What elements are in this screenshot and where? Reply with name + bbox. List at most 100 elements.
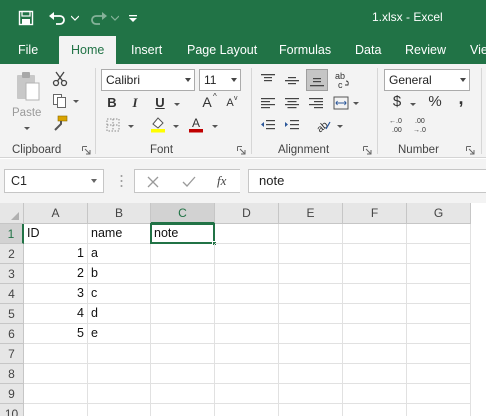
orientation-dropdown-icon[interactable] — [337, 125, 343, 128]
cell-d2[interactable] — [215, 244, 279, 264]
cell-b3[interactable]: b — [88, 264, 151, 284]
clipboard-launcher-icon[interactable] — [82, 146, 91, 155]
borders-icon[interactable] — [104, 116, 122, 134]
cell-b8[interactable] — [88, 364, 151, 384]
currency-button[interactable]: $ — [390, 93, 404, 110]
align-left-icon[interactable] — [258, 94, 278, 112]
redo-icon[interactable] — [88, 8, 110, 28]
bold-button[interactable]: B — [104, 95, 120, 110]
cell-e8[interactable] — [279, 364, 343, 384]
cell-g4[interactable] — [407, 284, 471, 304]
cell-c6[interactable] — [151, 324, 215, 344]
cell-g8[interactable] — [407, 364, 471, 384]
undo-icon[interactable] — [46, 8, 68, 28]
cell-b2[interactable]: a — [88, 244, 151, 264]
fill-color-icon[interactable] — [148, 114, 168, 134]
cell-b4[interactable]: c — [88, 284, 151, 304]
tab-data[interactable]: Data — [355, 36, 381, 64]
align-right-icon[interactable] — [306, 94, 326, 112]
cell-f4[interactable] — [343, 284, 407, 304]
cell-b6[interactable]: e — [88, 324, 151, 344]
merge-center-icon[interactable] — [331, 94, 351, 112]
column-header-c[interactable]: C — [151, 203, 215, 224]
undo-dropdown-icon[interactable] — [70, 8, 80, 28]
row-header-5[interactable]: 5 — [0, 304, 24, 324]
column-header-d[interactable]: D — [215, 203, 279, 224]
cell-g6[interactable] — [407, 324, 471, 344]
cell-c3[interactable] — [151, 264, 215, 284]
cell-g1[interactable] — [407, 224, 471, 244]
cell-d10[interactable] — [215, 404, 279, 416]
cell-e6[interactable] — [279, 324, 343, 344]
cell-a3[interactable]: 2 — [24, 264, 88, 284]
formula-input[interactable]: note — [248, 169, 486, 193]
tab-formulas[interactable]: Formulas — [279, 36, 331, 64]
row-header-10[interactable]: 10 — [0, 404, 24, 416]
cell-f2[interactable] — [343, 244, 407, 264]
row-header-7[interactable]: 7 — [0, 344, 24, 364]
redo-dropdown-icon[interactable] — [110, 8, 120, 28]
column-header-g[interactable]: G — [407, 203, 471, 224]
merge-dropdown-icon[interactable] — [353, 102, 359, 105]
cell-d6[interactable] — [215, 324, 279, 344]
name-box[interactable]: C1 — [4, 169, 104, 193]
cell-e3[interactable] — [279, 264, 343, 284]
tab-file[interactable]: File — [18, 36, 38, 64]
font-launcher-icon[interactable] — [237, 146, 246, 155]
fill-color-dropdown-icon[interactable] — [173, 125, 179, 128]
cell-c1[interactable]: note — [150, 223, 215, 244]
insert-function-button[interactable]: fx — [217, 173, 226, 189]
cell-b1[interactable]: name — [88, 224, 151, 244]
cell-f9[interactable] — [343, 384, 407, 404]
column-header-b[interactable]: B — [88, 203, 151, 224]
top-align-icon[interactable] — [258, 71, 278, 89]
cell-a6[interactable]: 5 — [24, 324, 88, 344]
increase-font-button[interactable]: A — [200, 94, 214, 110]
cell-e5[interactable] — [279, 304, 343, 324]
row-header-3[interactable]: 3 — [0, 264, 24, 284]
cell-e10[interactable] — [279, 404, 343, 416]
font-name-combo[interactable]: Calibri — [101, 69, 195, 91]
cell-f6[interactable] — [343, 324, 407, 344]
cut-icon[interactable] — [50, 70, 70, 88]
column-header-e[interactable]: E — [279, 203, 343, 224]
alignment-launcher-icon[interactable] — [363, 146, 372, 155]
cell-a7[interactable] — [24, 344, 88, 364]
cell-b10[interactable] — [88, 404, 151, 416]
currency-dropdown-icon[interactable] — [410, 103, 416, 106]
cell-a2[interactable]: 1 — [24, 244, 88, 264]
cell-b7[interactable] — [88, 344, 151, 364]
orientation-wrap-icon[interactable]: ab c — [332, 69, 352, 91]
font-color-icon[interactable]: A — [186, 114, 206, 134]
cell-g2[interactable] — [407, 244, 471, 264]
tab-page-layout[interactable]: Page Layout — [187, 36, 257, 64]
cell-b5[interactable]: d — [88, 304, 151, 324]
tab-view[interactable]: Vie — [470, 36, 486, 64]
cell-f7[interactable] — [343, 344, 407, 364]
cell-a1[interactable]: ID — [24, 224, 88, 244]
bottom-align-icon[interactable] — [306, 69, 328, 91]
copy-dropdown-icon[interactable] — [73, 100, 79, 103]
worksheet-grid[interactable]: A B C D E F G 1 ID name note 2 1 a 3 2 b 4 3 c 5 4 d 6 5 e 7 8 9 10 — [0, 203, 486, 416]
cell-a8[interactable] — [24, 364, 88, 384]
cell-c4[interactable] — [151, 284, 215, 304]
cell-d4[interactable] — [215, 284, 279, 304]
increase-indent-icon[interactable] — [282, 116, 302, 134]
cell-a10[interactable] — [24, 404, 88, 416]
font-size-combo[interactable]: 11 — [199, 69, 241, 91]
cell-a9[interactable] — [24, 384, 88, 404]
decrease-indent-icon[interactable] — [258, 116, 278, 134]
column-header-a[interactable]: A — [24, 203, 88, 224]
cell-g10[interactable] — [407, 404, 471, 416]
select-all-corner[interactable] — [0, 203, 24, 224]
cell-e2[interactable] — [279, 244, 343, 264]
cell-c9[interactable] — [151, 384, 215, 404]
number-launcher-icon[interactable] — [466, 146, 475, 155]
cell-d3[interactable] — [215, 264, 279, 284]
row-header-1[interactable]: 1 — [0, 224, 24, 244]
formula-bar-grip-icon[interactable] — [120, 173, 123, 189]
middle-align-icon[interactable] — [282, 71, 302, 89]
cell-e1[interactable] — [279, 224, 343, 244]
cell-c8[interactable] — [151, 364, 215, 384]
row-header-6[interactable]: 6 — [0, 324, 24, 344]
